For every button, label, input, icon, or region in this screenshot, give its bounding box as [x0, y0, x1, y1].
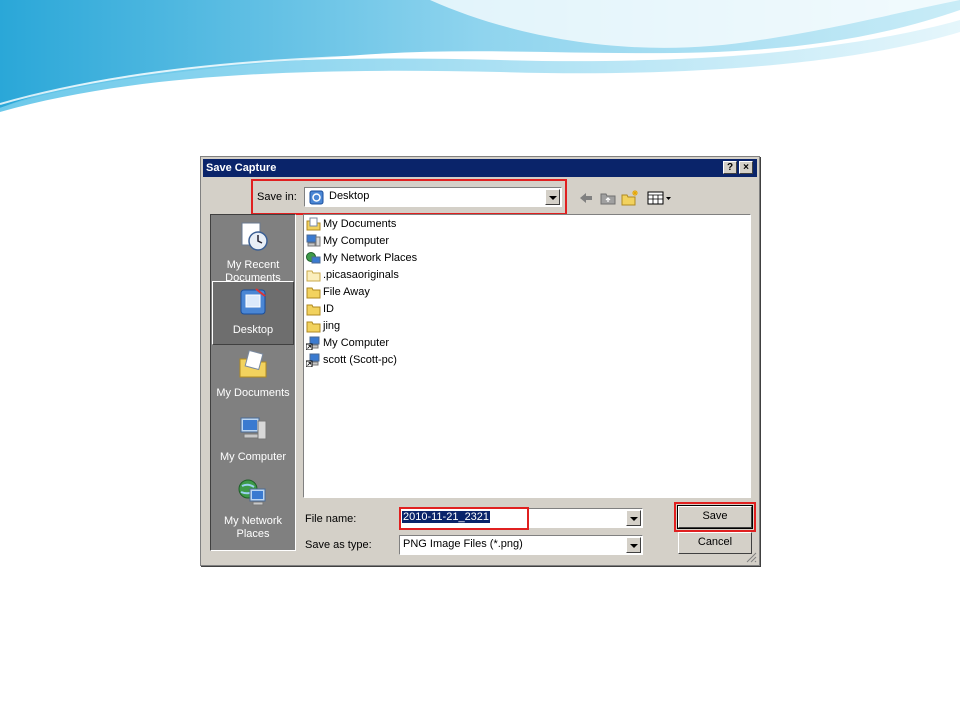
file-name: File Away	[323, 286, 370, 298]
place-desktop[interactable]: Desktop	[212, 281, 294, 345]
file-name-highlight	[399, 507, 529, 530]
file-name: scott (Scott-pc)	[323, 354, 397, 366]
folder-icon	[306, 304, 321, 316]
my-computer-icon	[306, 234, 321, 247]
file-name-dropdown-arrow[interactable]	[626, 510, 641, 526]
desktop-icon	[240, 288, 266, 315]
slide-header-decoration	[0, 0, 960, 112]
place-my-recent-documents[interactable]: My Recent Documents	[212, 217, 294, 284]
help-button[interactable]: ?	[723, 161, 737, 174]
my-computer-icon	[240, 417, 267, 440]
folder-icon	[306, 321, 321, 333]
recent-documents-icon	[241, 222, 268, 251]
save-button-highlight	[674, 502, 756, 532]
place-my-computer[interactable]: My Computer	[212, 409, 294, 473]
file-name: My Computer	[323, 337, 390, 349]
file-name: My Network Places	[323, 252, 418, 264]
save-capture-dialog: Save Capture ? × Save in: Desktop My Rec…	[200, 156, 760, 566]
my-documents-icon	[306, 217, 321, 231]
save-as-type-value: PNG Image Files (*.png)	[403, 538, 523, 550]
file-name: My Documents	[323, 218, 397, 230]
folder-icon	[306, 270, 321, 282]
save-as-type-label: Save as type:	[305, 539, 372, 551]
network-places-icon	[238, 479, 266, 506]
place-my-documents[interactable]: My Documents	[212, 345, 294, 409]
file-name: jing	[323, 320, 341, 332]
save-in-highlight	[251, 179, 567, 215]
place-label: My Network Places	[223, 515, 283, 540]
dialog-title: Save Capture	[206, 162, 277, 174]
back-icon[interactable]	[577, 189, 595, 207]
shortcut-icon	[306, 336, 320, 350]
file-name: .picasaoriginals	[323, 269, 399, 281]
place-label: My Documents	[216, 387, 290, 399]
cancel-button[interactable]: Cancel	[678, 532, 752, 554]
place-my-network-places[interactable]: My Network Places	[212, 473, 294, 545]
shortcut-icon	[306, 353, 320, 367]
save-as-type-dropdown[interactable]: PNG Image Files (*.png)	[399, 535, 643, 555]
file-name: ID	[323, 303, 334, 315]
file-list[interactable]: My Documents My Computer My Network Plac…	[303, 214, 751, 498]
view-menu-icon[interactable]	[647, 189, 673, 207]
file-name: My Computer	[323, 235, 390, 247]
network-places-icon	[306, 252, 321, 264]
place-label: Desktop	[232, 324, 274, 336]
my-documents-icon	[239, 349, 267, 378]
place-label: My Computer	[219, 451, 287, 463]
up-folder-icon[interactable]	[599, 189, 617, 207]
save-as-type-dropdown-arrow[interactable]	[626, 537, 641, 553]
close-button[interactable]: ×	[739, 161, 753, 174]
new-folder-icon[interactable]	[621, 189, 639, 207]
file-name-label: File name:	[305, 513, 357, 525]
title-bar[interactable]: Save Capture ? ×	[203, 159, 757, 177]
places-bar: My Recent Documents Desktop My Documents	[210, 214, 296, 551]
resize-grip-icon[interactable]	[746, 552, 757, 563]
folder-icon	[306, 287, 321, 299]
